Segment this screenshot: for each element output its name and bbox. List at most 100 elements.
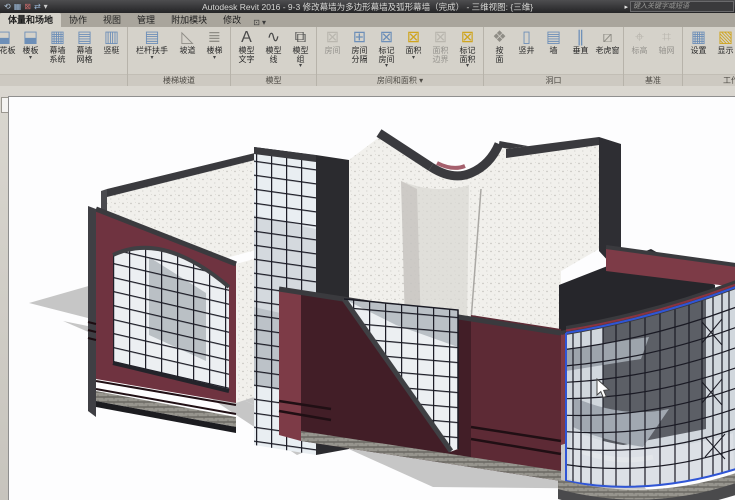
tool-label: 显示 xyxy=(718,47,734,56)
ribbon-panel-6: ⌖标高 ⌗轴网基准 xyxy=(624,27,683,86)
dropdown-arrow-icon: ▾ xyxy=(213,56,216,61)
building-3d-view xyxy=(9,97,735,500)
tab-options-icon[interactable]: ⊡ ▾ xyxy=(253,18,266,27)
room-separator-icon: ⊞ xyxy=(353,29,366,47)
stair-icon: ≣ xyxy=(208,29,221,47)
tool-workplane-set[interactable]: ▦设置 xyxy=(685,28,712,56)
tool-label: 设置 xyxy=(691,47,707,56)
revit-window: ⟲▦⊠⇄▾ Autodesk Revit 2016 - 9-3 修改幕墙为多边形… xyxy=(0,0,735,500)
tool-railing[interactable]: ▤栏杆扶手▾ xyxy=(130,28,174,61)
tool-tag-room[interactable]: ⊠标记 房间▾ xyxy=(373,28,400,69)
tool-shaft[interactable]: ▯竖井 xyxy=(513,28,540,56)
tool-label: 按 面 xyxy=(496,47,504,64)
tool-label: 模型 组 xyxy=(293,47,309,64)
tool-label: 标高 xyxy=(632,47,648,56)
shaft-icon: ▯ xyxy=(522,29,531,47)
tool-grid: ⌗轴网 xyxy=(653,28,680,56)
tab-1[interactable]: 体量和场地 xyxy=(0,13,61,27)
tool-vertical-opening[interactable]: ∥垂直 xyxy=(567,28,594,56)
tool-ramp[interactable]: ◺坡道 xyxy=(174,28,201,56)
drawing-area[interactable] xyxy=(8,96,735,500)
tab-2[interactable]: 协作 xyxy=(61,13,95,27)
ribbon-panel-5: ❖按 面▯竖井▤墙∥垂直⧄老虎窗洞口 xyxy=(484,27,624,86)
curtain-grid-icon: ▤ xyxy=(77,29,92,47)
tool-ceiling[interactable]: ⬓天花板 xyxy=(0,28,17,56)
ribbon-panel-4: ⊠房间⊞房间 分隔⊠标记 房间▾⊠面积▾⊠面积 边界⊠标记 面积▾房间和面积 ▾ xyxy=(317,27,484,86)
tab-3[interactable]: 视图 xyxy=(95,13,129,27)
tool-label: 轴网 xyxy=(659,47,675,56)
railing-icon: ▤ xyxy=(144,29,159,47)
tool-label: 竖井 xyxy=(519,47,535,56)
tool-label: 标记 房间 xyxy=(379,47,395,64)
model-group-icon: ⧉ xyxy=(295,29,306,47)
workplane-set-icon: ▦ xyxy=(691,29,706,47)
tag-area-icon: ⊠ xyxy=(461,29,474,47)
panel-label: 洞口 xyxy=(484,74,623,86)
vertical-opening-icon: ∥ xyxy=(577,29,585,47)
area-icon: ⊠ xyxy=(407,29,420,47)
ribbon-panel-2: ▤栏杆扶手▾◺坡道≣楼梯▾楼梯坡道 xyxy=(128,27,231,86)
tool-area[interactable]: ⊠面积▾ xyxy=(400,28,427,61)
tool-model-line[interactable]: ∿模型 线 xyxy=(260,28,287,64)
opening-by-face-icon: ❖ xyxy=(492,29,506,47)
ribbon-panel-1: ⬓天花板⬓楼板▾▦幕墙 系统▤幕墙 网格▥竖梃 xyxy=(0,27,128,86)
tool-label: 天花板 xyxy=(0,47,16,56)
ceiling-icon: ⬓ xyxy=(0,29,11,47)
panel-label: 基准 xyxy=(624,74,682,86)
dropdown-arrow-icon: ▾ xyxy=(299,64,302,69)
tool-stair[interactable]: ≣楼梯▾ xyxy=(201,28,228,61)
tool-label: 房间 xyxy=(325,47,341,56)
ribbon-panel-7: ▦设置▧显示▱参照 平面◳查看器工作平面 xyxy=(683,27,735,86)
tag-room-icon: ⊠ xyxy=(380,29,393,47)
search-arrow-icon[interactable]: ▸ xyxy=(624,3,628,11)
tool-room-separator[interactable]: ⊞房间 分隔 xyxy=(346,28,373,64)
dropdown-arrow-icon: ▾ xyxy=(150,56,153,61)
grid-icon: ⌗ xyxy=(662,29,671,47)
tool-label: 模型 线 xyxy=(266,47,282,64)
tool-label: 幕墙 网格 xyxy=(77,47,93,64)
workplane-show-icon: ▧ xyxy=(718,29,733,47)
tool-model-group[interactable]: ⧉模型 组▾ xyxy=(287,28,314,69)
tool-label: 老虎窗 xyxy=(596,47,620,56)
panel-label: 模型 xyxy=(231,74,316,86)
tool-tag-area[interactable]: ⊠标记 面积▾ xyxy=(454,28,481,69)
tool-wall-opening[interactable]: ▤墙 xyxy=(540,28,567,56)
ribbon-tab-bar: 体量和场地协作视图管理附加模块修改 ⊡ ▾ xyxy=(0,13,735,27)
level-icon: ⌖ xyxy=(635,29,644,47)
ramp-icon: ◺ xyxy=(181,29,193,47)
tool-dormer[interactable]: ⧄老虎窗 xyxy=(594,28,621,56)
tab-6[interactable]: 修改 xyxy=(215,13,249,27)
tool-label: 坡道 xyxy=(180,47,196,56)
ribbon: ⬓天花板⬓楼板▾▦幕墙 系统▤幕墙 网格▥竖梃▤栏杆扶手▾◺坡道≣楼梯▾楼梯坡道… xyxy=(0,27,735,86)
wall-opening-icon: ▤ xyxy=(546,29,561,47)
tab-5[interactable]: 附加模块 xyxy=(163,13,215,27)
tool-label: 幕墙 系统 xyxy=(50,47,66,64)
panel-label[interactable]: 房间和面积 ▾ xyxy=(317,74,483,86)
floor-icon: ⬓ xyxy=(23,29,38,47)
curtain-system-icon: ▦ xyxy=(50,29,65,47)
model-line-icon: ∿ xyxy=(267,29,280,47)
tool-mullion[interactable]: ▥竖梃 xyxy=(98,28,125,56)
tool-opening-by-face[interactable]: ❖按 面 xyxy=(486,28,513,64)
tool-label: 标记 面积 xyxy=(460,47,476,64)
tool-area-boundary: ⊠面积 边界 xyxy=(427,28,454,64)
panel-label: 楼梯坡道 xyxy=(128,74,230,86)
search-input[interactable]: 键入关键字或短语 xyxy=(630,1,734,12)
tool-curtain-grid[interactable]: ▤幕墙 网格 xyxy=(71,28,98,64)
panel-label xyxy=(0,74,127,86)
tab-4[interactable]: 管理 xyxy=(129,13,163,27)
tool-label: 垂直 xyxy=(573,47,589,56)
tool-model-text[interactable]: A模型 文字 xyxy=(233,28,260,64)
tool-curtain-system[interactable]: ▦幕墙 系统 xyxy=(44,28,71,64)
tool-floor[interactable]: ⬓楼板▾ xyxy=(17,28,44,61)
mullion-icon: ▥ xyxy=(104,29,119,47)
tool-label: 面积 边界 xyxy=(433,47,449,64)
dropdown-arrow-icon: ▾ xyxy=(29,56,32,61)
panel-label: 工作平面 xyxy=(683,74,735,86)
area-boundary-icon: ⊠ xyxy=(434,29,447,47)
tool-workplane-show[interactable]: ▧显示 xyxy=(712,28,735,56)
tool-label: 房间 分隔 xyxy=(352,47,368,64)
ribbon-panel-3: A模型 文字∿模型 线⧉模型 组▾模型 xyxy=(231,27,317,86)
tool-label: 竖梃 xyxy=(104,47,120,56)
tool-label: 模型 文字 xyxy=(239,47,255,64)
